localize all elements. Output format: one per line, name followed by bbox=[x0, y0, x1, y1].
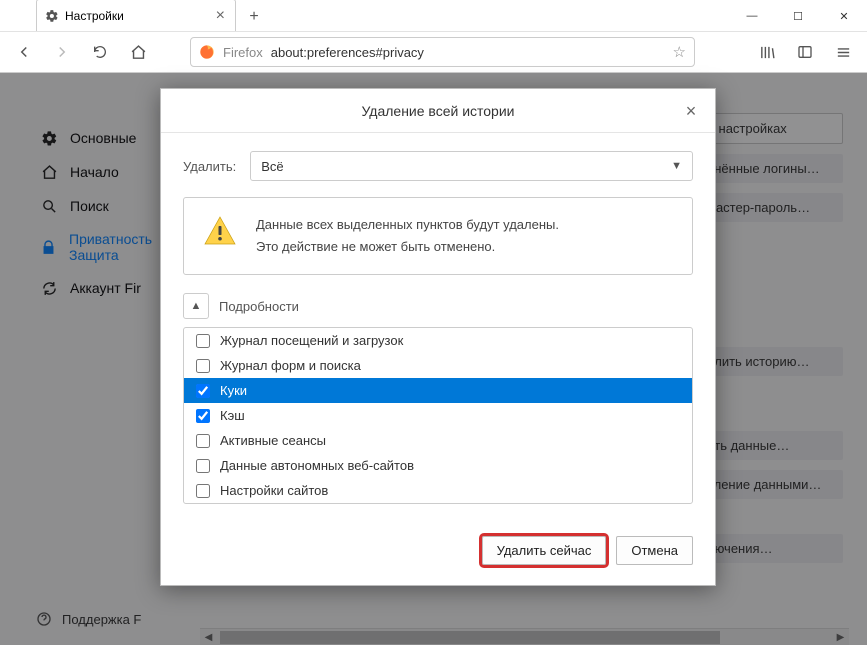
check-item-label: Данные автономных веб-сайтов bbox=[220, 458, 414, 473]
check-item-label: Журнал посещений и загрузок bbox=[220, 333, 403, 348]
check-item[interactable]: Куки bbox=[184, 378, 692, 403]
chevron-up-icon[interactable]: ▲ bbox=[183, 293, 209, 319]
check-item-label: Активные сеансы bbox=[220, 433, 326, 448]
window-controls: — ☐ ✕ bbox=[729, 0, 867, 31]
time-range-select[interactable]: Всё ▼ bbox=[250, 151, 693, 181]
check-item-checkbox[interactable] bbox=[196, 384, 210, 398]
dialog-close-button[interactable]: × bbox=[677, 97, 705, 125]
window-titlebar: Настройки × + — ☐ ✕ bbox=[0, 0, 867, 32]
forward-button[interactable] bbox=[46, 36, 78, 68]
warning-line-2: Это действие не может быть отменено. bbox=[256, 236, 559, 258]
details-checklist: Журнал посещений и загрузок Журнал форм и… bbox=[183, 327, 693, 504]
home-button[interactable] bbox=[122, 36, 154, 68]
window-close-button[interactable]: ✕ bbox=[821, 0, 867, 32]
bookmark-star-icon[interactable]: ☆ bbox=[673, 43, 686, 61]
chevron-down-icon: ▼ bbox=[671, 160, 682, 172]
details-label: Подробности bbox=[219, 299, 299, 314]
check-item-checkbox[interactable] bbox=[196, 459, 210, 473]
check-item-label: Куки bbox=[220, 383, 247, 398]
dialog-title: Удаление всей истории bbox=[361, 103, 514, 119]
dialog-footer: Удалить сейчас Отмена bbox=[161, 522, 715, 585]
tab-strip: Настройки × + bbox=[0, 0, 729, 31]
sidebar-toggle-button[interactable] bbox=[789, 36, 821, 68]
check-item[interactable]: Активные сеансы bbox=[184, 428, 692, 453]
library-button[interactable] bbox=[751, 36, 783, 68]
browser-tab[interactable]: Настройки × bbox=[36, 0, 236, 31]
cancel-button[interactable]: Отмена bbox=[616, 536, 693, 565]
details-header[interactable]: ▲ Подробности bbox=[183, 293, 693, 319]
dialog-header: Удаление всей истории × bbox=[161, 89, 715, 133]
time-range-value: Всё bbox=[261, 159, 283, 174]
gear-icon bbox=[45, 9, 59, 23]
check-item-label: Журнал форм и поиска bbox=[220, 358, 361, 373]
check-item[interactable]: Настройки сайтов bbox=[184, 478, 692, 503]
check-item-checkbox[interactable] bbox=[196, 434, 210, 448]
check-item-checkbox[interactable] bbox=[196, 359, 210, 373]
clear-history-dialog: Удаление всей истории × Удалить: Всё ▼ Д… bbox=[160, 88, 716, 586]
warning-box: Данные всех выделенных пунктов будут уда… bbox=[183, 197, 693, 275]
clear-now-button[interactable]: Удалить сейчас bbox=[482, 536, 607, 565]
check-item-label: Кэш bbox=[220, 408, 245, 423]
check-item[interactable]: Журнал посещений и загрузок bbox=[184, 328, 692, 353]
warning-line-1: Данные всех выделенных пунктов будут уда… bbox=[256, 214, 559, 236]
firefox-icon bbox=[199, 44, 215, 60]
browser-toolbar: Firefox about:preferences#privacy ☆ bbox=[0, 32, 867, 73]
app-menu-button[interactable] bbox=[827, 36, 859, 68]
dialog-body: Удалить: Всё ▼ Данные всех выделенных пу… bbox=[161, 133, 715, 522]
check-item[interactable]: Данные автономных веб-сайтов bbox=[184, 453, 692, 478]
back-button[interactable] bbox=[8, 36, 40, 68]
check-item-checkbox[interactable] bbox=[196, 334, 210, 348]
check-item-checkbox[interactable] bbox=[196, 484, 210, 498]
time-range-row: Удалить: Всё ▼ bbox=[183, 151, 693, 181]
tab-close-icon[interactable]: × bbox=[216, 7, 225, 25]
tab-title: Настройки bbox=[65, 9, 124, 23]
time-range-label: Удалить: bbox=[183, 159, 236, 174]
url-text: about:preferences#privacy bbox=[271, 45, 424, 60]
check-item[interactable]: Журнал форм и поиска bbox=[184, 353, 692, 378]
check-item[interactable]: Кэш bbox=[184, 403, 692, 428]
check-item-checkbox[interactable] bbox=[196, 409, 210, 423]
warning-text: Данные всех выделенных пунктов будут уда… bbox=[256, 214, 559, 258]
address-bar[interactable]: Firefox about:preferences#privacy ☆ bbox=[190, 37, 695, 67]
window-minimize-button[interactable]: — bbox=[729, 0, 775, 32]
url-brand-label: Firefox bbox=[223, 45, 263, 60]
check-item-label: Настройки сайтов bbox=[220, 483, 328, 498]
reload-button[interactable] bbox=[84, 36, 116, 68]
new-tab-button[interactable]: + bbox=[240, 3, 268, 31]
warning-icon bbox=[202, 214, 238, 250]
window-maximize-button[interactable]: ☐ bbox=[775, 0, 821, 32]
